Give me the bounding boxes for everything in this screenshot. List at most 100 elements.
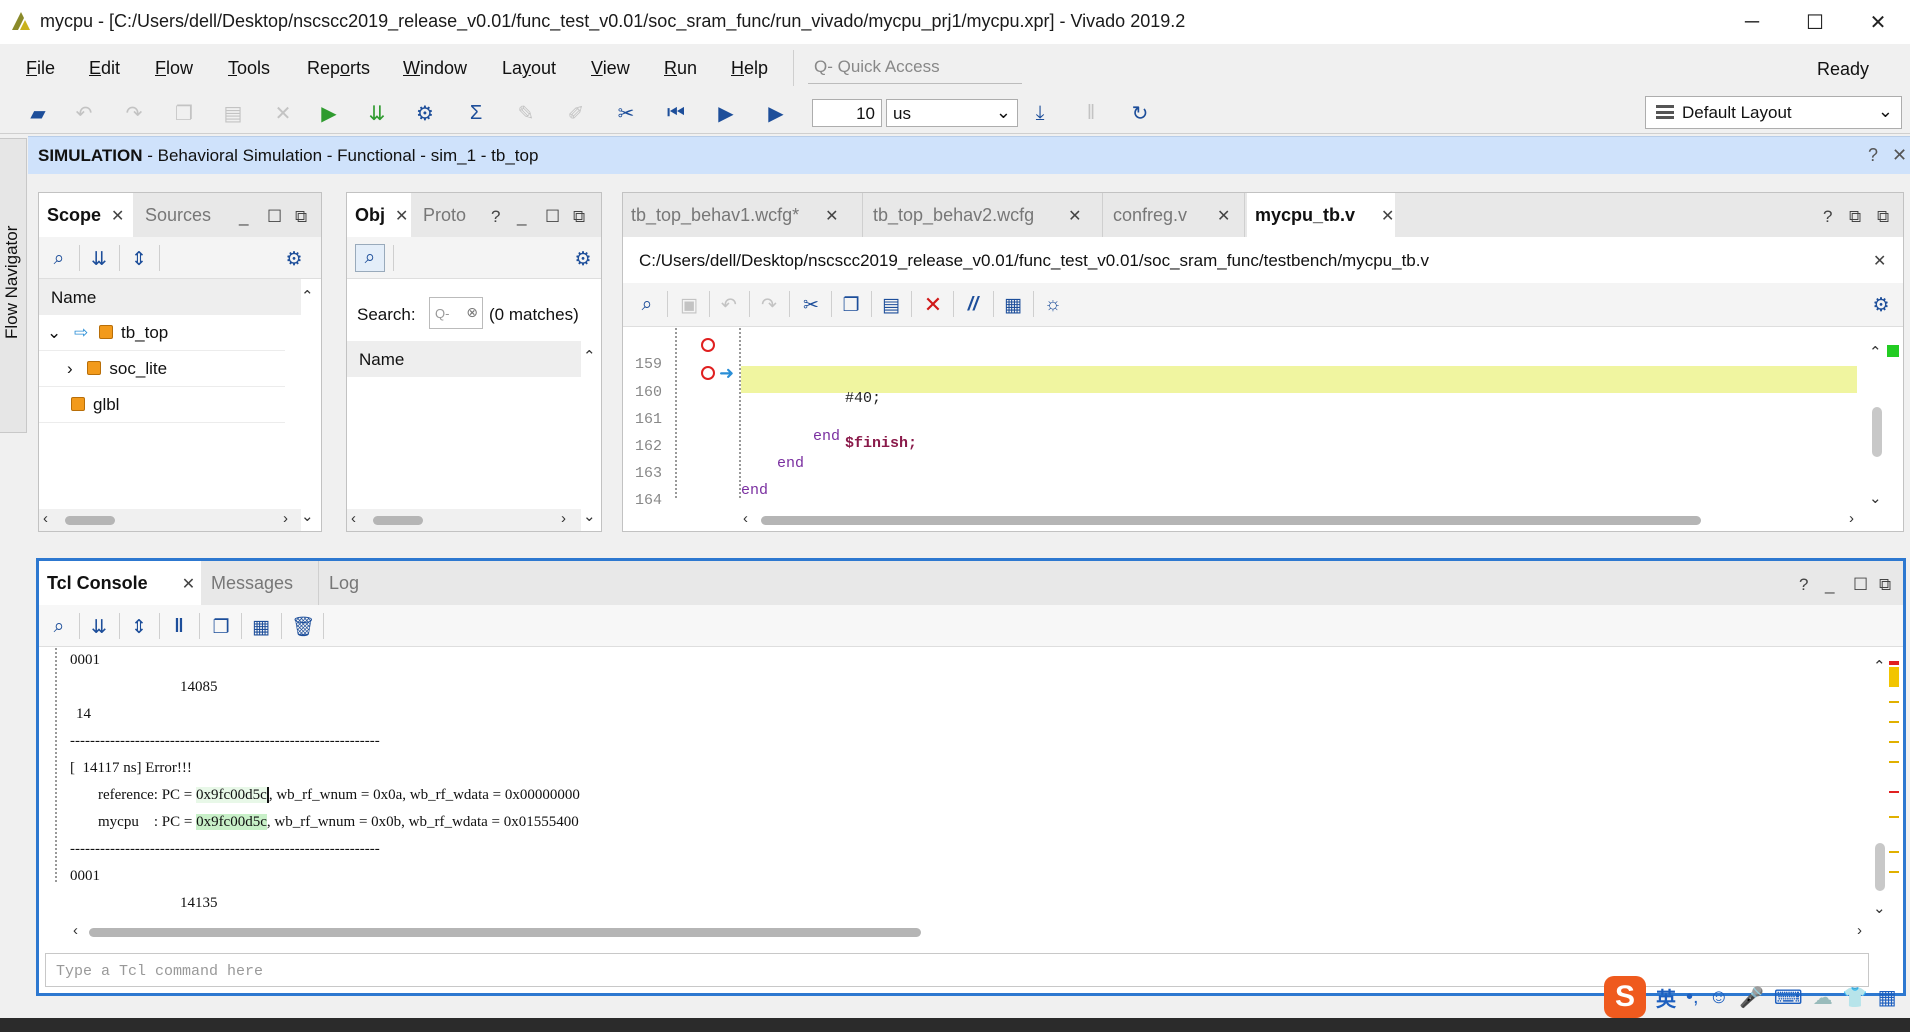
menu-tools[interactable]: Tools	[228, 58, 270, 79]
scroll-up-icon[interactable]: ⌃	[1873, 657, 1886, 675]
float-panel-icon[interactable]: ⧉	[1877, 207, 1889, 227]
console-hscroll[interactable]: ‹ ›	[69, 921, 1875, 943]
close-icon[interactable]: ✕	[1873, 251, 1886, 271]
sigma-icon[interactable]: Σ	[462, 100, 490, 126]
tree-row-glbl[interactable]: glbl	[39, 387, 285, 423]
paste-icon[interactable]: ▤	[219, 100, 247, 126]
run-icon[interactable]: ▶	[315, 100, 343, 126]
search-icon[interactable]: ⌕	[635, 293, 659, 317]
settings-gear-icon[interactable]: ⚙	[282, 247, 306, 271]
scrollbar-thumb[interactable]	[761, 516, 1701, 525]
scroll-right-icon[interactable]: ›	[561, 510, 566, 527]
tcl-command-input[interactable]: Type a Tcl command here	[45, 953, 1869, 987]
maximize-panel-icon[interactable]: ☐	[267, 207, 282, 227]
minimize-panel-icon[interactable]: _	[517, 207, 526, 227]
code-area[interactable]: 159 #40; 160 ➜ $finish; 161 end 162 end …	[623, 328, 1863, 509]
grid-menu-icon[interactable]: ▦	[1878, 985, 1897, 1010]
comment-toggle-icon[interactable]: //	[961, 293, 985, 317]
objects-search-input[interactable]: Q- ⊗	[429, 297, 483, 329]
tab-mycpu-tb[interactable]: mycpu_tb.v ✕	[1247, 193, 1395, 237]
close-icon[interactable]: ✕	[825, 208, 838, 225]
console-output[interactable]: 0001 14085 14 --------------------------…	[39, 648, 1869, 882]
float-panel-icon[interactable]: ⧉	[295, 207, 307, 227]
undo-icon[interactable]: ↶	[70, 100, 98, 126]
editor-hscroll[interactable]: ‹ ›	[739, 509, 1869, 531]
help-icon[interactable]: ?	[491, 207, 500, 227]
tool-disabled-2-icon[interactable]: ✐	[562, 100, 590, 126]
tab-tb-top-behav2[interactable]: tb_top_behav2.wcfg ✕	[865, 193, 1103, 237]
collapse-all-icon[interactable]: ⇊	[87, 247, 111, 271]
scroll-up-icon[interactable]: ⌃	[301, 287, 314, 305]
pause-output-icon[interactable]: ‖	[167, 615, 191, 639]
help-icon[interactable]: ?	[1823, 207, 1832, 227]
settings-gear-icon[interactable]: ⚙	[571, 247, 595, 271]
quick-access-input[interactable]: Q- Quick Access	[808, 50, 1022, 84]
minimize-button[interactable]: ─	[1722, 0, 1782, 44]
delete-icon[interactable]: ✕	[921, 292, 945, 317]
tab-messages[interactable]: Messages	[203, 561, 319, 605]
tab-log[interactable]: Log	[321, 561, 367, 605]
open-folder-icon[interactable]: ▰	[24, 100, 52, 126]
chevron-right-icon[interactable]: ›	[67, 359, 73, 378]
scroll-right-icon[interactable]: ›	[1857, 922, 1862, 939]
close-icon[interactable]: ✕	[1217, 208, 1230, 225]
scroll-left-icon[interactable]: ‹	[351, 510, 356, 527]
cut-icon[interactable]: ✂	[799, 293, 823, 317]
paste-icon[interactable]: ▤	[879, 293, 903, 317]
expand-all-icon[interactable]: ⇕	[127, 247, 151, 271]
clear-search-icon[interactable]: ⊗	[466, 304, 478, 321]
objects-hscroll[interactable]: ‹ ›	[347, 509, 581, 531]
scrollbar-thumb[interactable]	[89, 928, 921, 937]
close-icon[interactable]: ✕	[1892, 145, 1907, 166]
run-time-input[interactable]: 10	[812, 99, 882, 127]
minimize-panel-icon[interactable]: _	[1825, 575, 1834, 595]
scrollbar-thumb[interactable]	[65, 516, 115, 525]
help-icon[interactable]: ?	[1799, 575, 1808, 595]
search-icon[interactable]: ⌕	[47, 615, 71, 639]
undo-icon[interactable]: ↶	[717, 293, 741, 317]
float-panel-icon[interactable]: ⧉	[1879, 575, 1891, 595]
time-unit-select[interactable]: us ⌄	[886, 99, 1018, 127]
column-header-name[interactable]: Name	[347, 341, 581, 377]
debug-icon[interactable]: ✂	[612, 100, 640, 126]
collapse-all-icon[interactable]: ⇊	[87, 615, 111, 639]
scroll-up-icon[interactable]: ⌃	[583, 347, 596, 365]
maximize-button[interactable]: ☐	[1785, 0, 1845, 44]
maximize-panel-icon[interactable]: ☐	[1853, 575, 1868, 595]
tree-row-tb-top[interactable]: ⌄ ⇨ tb_top	[39, 315, 285, 351]
breakpoint-icon[interactable]	[701, 366, 715, 380]
scroll-left-icon[interactable]: ‹	[43, 510, 48, 527]
tool-disabled-1-icon[interactable]: ✎	[512, 100, 540, 126]
scope-hscroll[interactable]: ‹ ›	[39, 509, 301, 531]
menu-file[interactable]: File	[26, 58, 55, 79]
tab-tcl-console[interactable]: Tcl Console ✕	[39, 561, 201, 605]
menu-edit[interactable]: Edit	[89, 58, 120, 79]
ime-language-toggle[interactable]: 英	[1656, 983, 1676, 1012]
close-icon[interactable]: ✕	[395, 208, 408, 225]
search-icon[interactable]: ⌕	[47, 247, 71, 271]
shirt-icon[interactable]: 👕	[1843, 985, 1868, 1010]
menu-help[interactable]: Help	[731, 58, 768, 79]
scrollbar-thumb[interactable]	[373, 516, 423, 525]
layout-select[interactable]: Default Layout ⌄	[1645, 96, 1902, 129]
scroll-down-icon[interactable]: ⌄	[1873, 899, 1886, 917]
insert-template-icon[interactable]: ▦	[1001, 293, 1025, 317]
tab-tb-top-behav1[interactable]: tb_top_behav1.wcfg* ✕	[623, 193, 863, 237]
vscroll-thumb[interactable]	[1872, 407, 1882, 457]
redo-icon[interactable]: ↷	[757, 293, 781, 317]
search-icon[interactable]: ⌕	[355, 244, 385, 272]
close-icon[interactable]: ✕	[111, 208, 124, 225]
minimize-panel-icon[interactable]: _	[239, 207, 248, 227]
keyboard-icon[interactable]: ⌨	[1774, 985, 1803, 1010]
scroll-left-icon[interactable]: ‹	[73, 922, 78, 939]
tree-row-soc-lite[interactable]: › soc_lite	[39, 351, 285, 387]
menu-view[interactable]: View	[591, 58, 630, 79]
menu-flow[interactable]: Flow	[155, 58, 193, 79]
expand-all-icon[interactable]: ⇕	[127, 615, 151, 639]
skin-icon[interactable]: ☁	[1813, 985, 1833, 1010]
microphone-icon[interactable]: 🎤	[1739, 985, 1764, 1010]
generate-bitstream-icon[interactable]: ⇊	[363, 100, 391, 126]
close-icon[interactable]: ✕	[1068, 208, 1081, 225]
copy-icon[interactable]: ❐	[209, 615, 233, 639]
settings-gear-icon[interactable]: ⚙	[411, 100, 439, 126]
